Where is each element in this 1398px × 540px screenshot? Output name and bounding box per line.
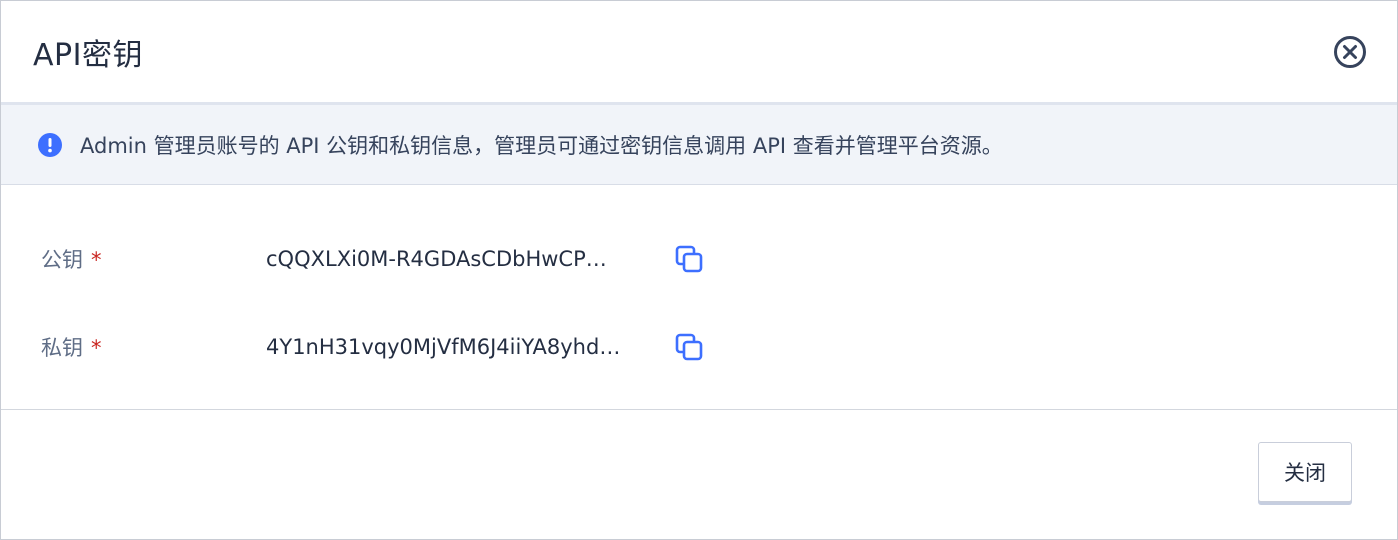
- copy-icon[interactable]: [675, 333, 703, 361]
- key-fields: 公钥 * cQQXLXi0M-R4GDAsCDbHwCP… 私钥 * 4Y1nH31…: [1, 185, 1397, 410]
- close-icon[interactable]: [1333, 35, 1367, 69]
- private-key-label-text: 私钥: [41, 336, 83, 360]
- required-mark: *: [91, 336, 102, 360]
- info-circle-icon: [38, 132, 62, 157]
- alert-text: Admin 管理员账号的 API 公钥和私钥信息，管理员可通过密钥信息调用 AP…: [80, 133, 1003, 158]
- dialog-footer: 关闭: [1, 410, 1397, 536]
- api-key-dialog: API密钥 Admin 管理员账号的 API 公钥和私钥信息，管理员可通过密钥信…: [0, 0, 1398, 540]
- private-key-row: 私钥 * 4Y1nH31vqy0MjVfM6J4iiYA8yhd…: [1, 303, 1397, 391]
- info-alert: Admin 管理员账号的 API 公钥和私钥信息，管理员可通过密钥信息调用 AP…: [1, 105, 1397, 185]
- copy-icon[interactable]: [675, 245, 703, 273]
- public-key-value: cQQXLXi0M-R4GDAsCDbHwCP…: [266, 247, 607, 271]
- dialog-header: API密钥: [1, 1, 1397, 105]
- public-key-label: 公钥 *: [41, 244, 102, 274]
- public-key-label-text: 公钥: [41, 248, 83, 272]
- private-key-label: 私钥 *: [41, 332, 102, 362]
- required-mark: *: [91, 248, 102, 272]
- dialog-title: API密钥: [33, 37, 143, 73]
- public-key-row: 公钥 * cQQXLXi0M-R4GDAsCDbHwCP…: [1, 215, 1397, 303]
- private-key-value: 4Y1nH31vqy0MjVfM6J4iiYA8yhd…: [266, 335, 621, 359]
- close-button[interactable]: 关闭: [1258, 442, 1352, 502]
